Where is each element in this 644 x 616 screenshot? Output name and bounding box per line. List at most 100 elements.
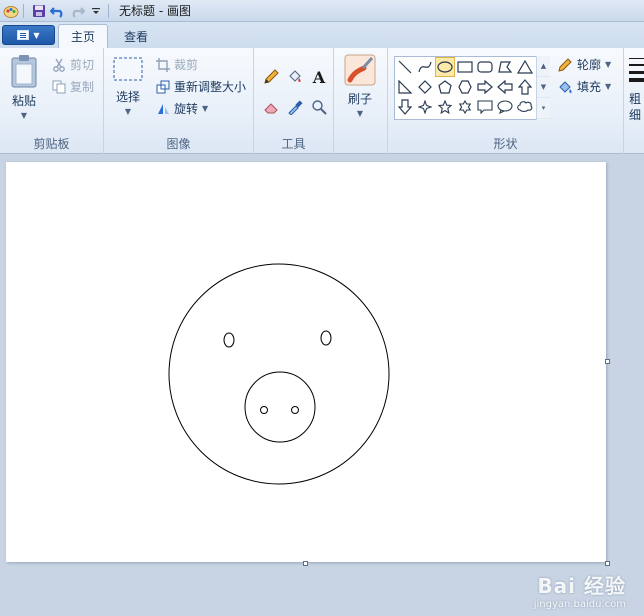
pencil-tool[interactable] — [260, 66, 282, 88]
paint-bucket-icon — [289, 70, 301, 82]
text-tool[interactable]: A — [308, 66, 330, 88]
copy-label: 复制 — [70, 80, 95, 94]
tab-view[interactable]: 查看 — [112, 24, 160, 48]
tab-home[interactable]: 主页 — [58, 24, 109, 48]
fill-button[interactable]: 填充 ▼ — [557, 78, 611, 95]
save-icon[interactable] — [31, 3, 47, 19]
image-group: 选择 ▼ 裁剪 重新调整大小 旋转 ▼ 图像 — [104, 48, 254, 154]
fill-bucket-icon — [559, 80, 572, 93]
hexagon-shape-icon — [458, 80, 472, 94]
shape-diamond[interactable] — [415, 77, 435, 97]
shape-pentagon[interactable] — [435, 77, 455, 97]
rotate-icon — [158, 103, 169, 114]
polygon-shape-icon — [498, 61, 513, 73]
tools-group-label: 工具 — [281, 137, 306, 151]
magnifier-icon — [312, 100, 327, 115]
diamond-shape-icon — [418, 80, 432, 94]
color-picker-tool[interactable] — [284, 96, 306, 118]
shape-five-point-star[interactable] — [435, 97, 455, 117]
canvas-resize-handle-corner[interactable] — [605, 561, 610, 566]
copy-icon — [52, 80, 66, 93]
shape-rounded-rectangle[interactable] — [475, 57, 495, 77]
file-menu-icon — [17, 30, 30, 40]
shapes-group-label: 形状 — [493, 137, 518, 151]
quick-access-separator — [23, 3, 24, 18]
title-bar: 无标题 - 画图 — [0, 0, 644, 22]
fill-label: 填充 — [577, 80, 602, 94]
brushes-button[interactable]: 刷子 ▼ — [344, 54, 376, 118]
crop-button[interactable]: 裁剪 — [156, 56, 198, 73]
shape-four-point-star[interactable] — [415, 97, 435, 117]
ribbon-tab-row: ▼ 主页 查看 — [0, 22, 644, 48]
watermark-main-text: Bai 经验 — [537, 574, 626, 598]
resize-button[interactable]: 重新调整大小 — [156, 78, 246, 95]
undo-icon[interactable] — [50, 3, 66, 19]
gallery-expand[interactable]: ▾ — [537, 98, 550, 119]
shapes-gallery-scroll: ▲ ▼ ▾ — [536, 56, 550, 120]
shape-six-point-star[interactable] — [455, 97, 475, 117]
shape-oval-callout[interactable] — [495, 97, 515, 117]
canvas-resize-handle-right[interactable] — [605, 359, 610, 364]
pig-face-drawing — [168, 263, 390, 485]
shape-hexagon[interactable] — [455, 77, 475, 97]
copy-button[interactable]: 复制 — [52, 78, 94, 95]
shape-arrow-right[interactable] — [475, 77, 495, 97]
shape-arrow-left[interactable] — [495, 77, 515, 97]
outline-button[interactable]: 轮廓 ▼ — [557, 56, 611, 73]
drawing-canvas[interactable] — [6, 162, 606, 562]
shape-polygon[interactable] — [495, 57, 515, 77]
cut-label: 剪切 — [70, 58, 95, 72]
title-separator — [108, 3, 109, 18]
gallery-scroll-up[interactable]: ▲ — [537, 56, 550, 77]
customize-toolbar-icon[interactable] — [88, 3, 104, 19]
canvas-resize-handle-bottom[interactable] — [303, 561, 308, 566]
shape-arrow-down[interactable] — [395, 97, 415, 117]
magnifier-tool[interactable] — [308, 96, 330, 118]
chevron-down-icon: ▼ — [605, 60, 612, 69]
chevron-down-icon: ▼ — [202, 104, 209, 113]
paste-button[interactable]: 粘贴 ▼ — [10, 54, 38, 120]
arrow-right-shape-icon — [477, 80, 493, 94]
shape-right-triangle[interactable] — [395, 77, 415, 97]
eraser-icon — [264, 103, 278, 114]
shape-arrow-up[interactable] — [515, 77, 535, 97]
rotate-button[interactable]: 旋转 ▼ — [156, 100, 208, 117]
resize-label: 重新调整大小 — [174, 80, 247, 94]
gallery-scroll-down[interactable]: ▼ — [537, 77, 550, 98]
crop-label: 裁剪 — [174, 58, 199, 72]
cut-button[interactable]: 剪切 — [52, 56, 94, 73]
six-point-star-icon — [458, 100, 472, 114]
baidu-watermark: Bai 经验 jingyan.baidu.com — [534, 570, 626, 610]
chevron-down-icon: ▼ — [20, 111, 28, 120]
arrow-down-shape-icon — [398, 99, 412, 115]
shape-rect-callout[interactable] — [475, 97, 495, 117]
eraser-tool[interactable] — [260, 96, 282, 118]
shape-rectangle[interactable] — [455, 57, 475, 77]
select-button[interactable]: 选择 ▼ — [112, 56, 144, 116]
triangle-shape-icon — [517, 60, 533, 74]
tab-view-label: 查看 — [124, 29, 149, 44]
shape-line[interactable] — [395, 57, 415, 77]
shape-curve[interactable] — [415, 57, 435, 77]
ribbon: 粘贴 ▼ 剪切 复制 剪贴板 选择 ▼ 裁剪 重新调整大小 旋转 ▼ 图像 A … — [0, 48, 644, 154]
fill-tool[interactable] — [284, 66, 306, 88]
left-nostril — [260, 406, 268, 414]
shape-cloud-callout[interactable] — [515, 97, 535, 117]
rounded-rectangle-shape-icon — [477, 61, 493, 73]
arrow-left-shape-icon — [497, 80, 513, 94]
rectangle-shape-icon — [457, 61, 473, 73]
file-menu-button[interactable]: ▼ — [2, 25, 55, 45]
outline-pen-icon — [558, 57, 572, 72]
select-label: 选择 — [115, 90, 140, 104]
paint-app-icon[interactable] — [3, 3, 19, 19]
text-icon: A — [312, 67, 326, 87]
shape-triangle[interactable] — [515, 57, 535, 77]
shapes-gallery — [394, 56, 550, 120]
size-label: 粗细 — [629, 92, 642, 122]
five-point-star-icon — [438, 100, 452, 114]
size-button[interactable]: 粗细 — [629, 56, 644, 123]
oval-callout-icon — [497, 100, 513, 114]
shape-oval[interactable] — [435, 57, 455, 77]
redo-icon[interactable] — [69, 3, 85, 19]
watermark-url: jingyan.baidu.com — [533, 599, 626, 610]
